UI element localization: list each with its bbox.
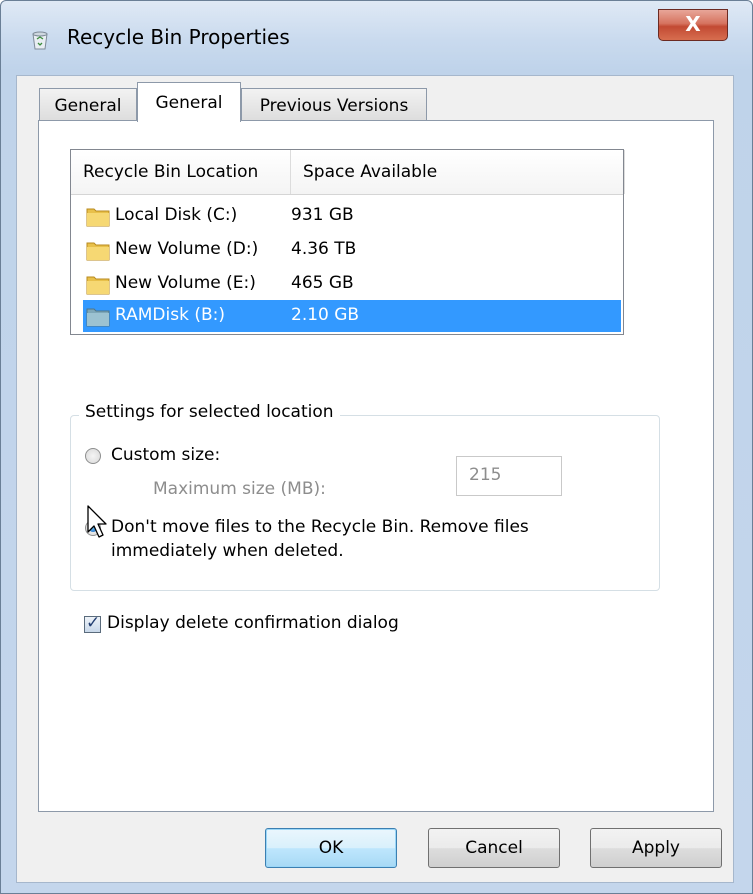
custom-size-radio[interactable] — [85, 448, 101, 464]
max-size-label: Maximum size (MB): — [153, 479, 326, 499]
delete-confirmation-label[interactable]: Display delete confirmation dialog — [107, 613, 399, 633]
list-item[interactable]: New Volume (D:) 4.36 TB — [83, 234, 621, 266]
tab-label: General — [54, 95, 122, 116]
location-name: Local Disk (C:) — [115, 205, 238, 225]
tab-label: General — [155, 92, 223, 113]
folder-icon — [86, 242, 110, 261]
location-name: New Volume (E:) — [115, 273, 256, 293]
list-item-selected[interactable]: RAMDisk (B:) 2.10 GB — [83, 300, 621, 332]
column-header-location[interactable]: Recycle Bin Location — [71, 150, 291, 194]
delete-confirmation-checkbox[interactable]: ✓ — [84, 613, 101, 633]
tab-general-1[interactable]: General — [39, 88, 137, 122]
close-icon: X — [685, 12, 701, 36]
max-size-value: 215 — [469, 465, 502, 485]
column-header-label: Recycle Bin Location — [83, 162, 259, 182]
list-item[interactable]: Local Disk (C:) 931 GB — [83, 200, 621, 232]
cancel-button-label: Cancel — [465, 838, 523, 858]
location-name: New Volume (D:) — [115, 239, 259, 259]
ok-button[interactable]: OK — [265, 828, 397, 868]
checkmark-icon: ✓ — [86, 613, 101, 633]
group-label: Settings for selected location — [79, 402, 340, 422]
dialog-client-area: General General Previous Versions Recycl… — [16, 75, 734, 883]
list-item[interactable]: New Volume (E:) 465 GB — [83, 268, 621, 300]
location-list[interactable]: Recycle Bin Location Space Available Loc… — [70, 149, 625, 335]
space-available: 931 GB — [291, 205, 354, 225]
column-header-label: Space Available — [303, 162, 438, 182]
tab-label: Previous Versions — [259, 95, 409, 116]
space-available: 4.36 TB — [291, 239, 357, 259]
settings-group: Settings for selected location Custom si… — [70, 402, 660, 591]
recycle-bin-properties-window: Recycle Bin Properties X General General… — [0, 0, 753, 894]
ok-button-label: OK — [318, 838, 344, 858]
apply-button-label: Apply — [632, 838, 680, 858]
apply-button[interactable]: Apply — [590, 828, 722, 868]
general-tab-panel: Recycle Bin Location Space Available Loc… — [38, 120, 714, 812]
title-bar[interactable]: Recycle Bin Properties X — [1, 1, 752, 75]
cancel-button[interactable]: Cancel — [428, 828, 560, 868]
dont-move-files-label-line2[interactable]: immediately when deleted. — [111, 541, 344, 561]
dont-move-files-label[interactable]: Don't move files to the Recycle Bin. Rem… — [111, 517, 529, 537]
mouse-pointer-icon — [87, 505, 107, 538]
window-title: Recycle Bin Properties — [67, 25, 290, 49]
ramdisk-icon — [86, 308, 110, 327]
tab-previous-versions[interactable]: Previous Versions — [241, 88, 427, 122]
column-header-space[interactable]: Space Available — [291, 150, 625, 194]
max-size-input[interactable]: 215 — [456, 456, 562, 496]
list-header: Recycle Bin Location Space Available — [71, 150, 625, 195]
close-button[interactable]: X — [658, 9, 728, 41]
tab-general-2[interactable]: General — [137, 82, 241, 122]
recycle-bin-icon — [32, 31, 48, 50]
folder-icon — [86, 208, 110, 227]
folder-icon — [86, 276, 110, 295]
location-name: RAMDisk (B:) — [115, 305, 225, 325]
space-available: 465 GB — [291, 273, 354, 293]
space-available: 2.10 GB — [291, 305, 360, 325]
custom-size-label[interactable]: Custom size: — [111, 445, 220, 465]
